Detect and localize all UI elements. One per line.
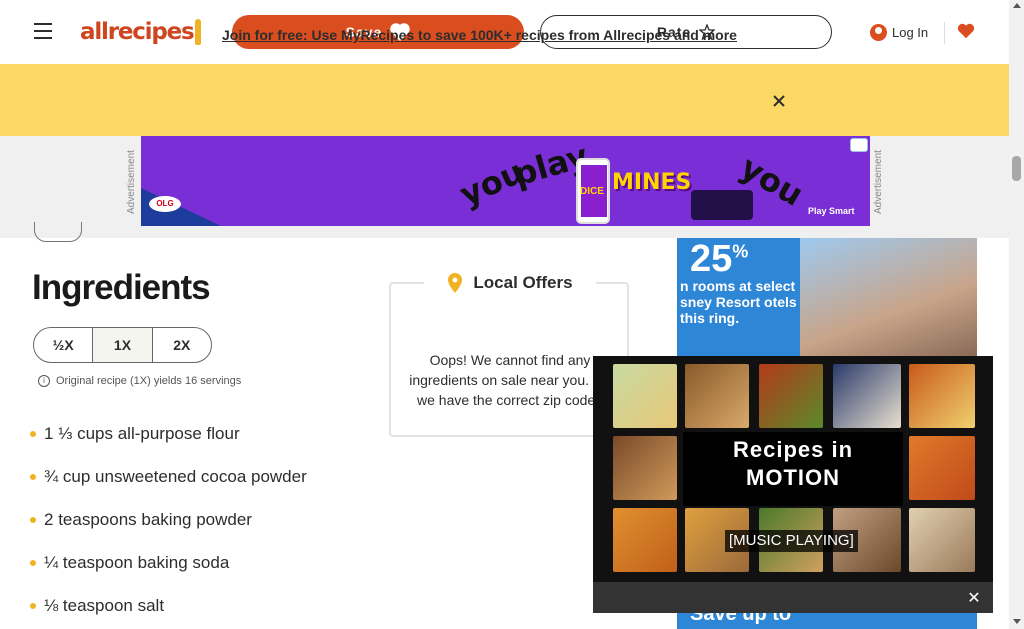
user-icon — [870, 23, 887, 41]
ingredient-qty: ⅛ — [44, 595, 59, 615]
bullet — [30, 430, 36, 437]
video-title-motion: MOTION — [746, 465, 840, 490]
ingredient-qty: ¾ — [44, 466, 59, 486]
ad-brand-text: MINES — [612, 170, 692, 195]
ad-banner[interactable]: you play you — [141, 136, 870, 226]
offers-toggle[interactable] — [504, 311, 520, 321]
video-thumbnail — [613, 364, 677, 428]
video-thumbnail — [685, 364, 749, 428]
video-thumbnail — [613, 436, 677, 500]
ad-dice-text: DICE — [580, 186, 604, 197]
video-thumbnail — [909, 436, 975, 500]
video-thumbnail — [909, 508, 975, 572]
menu-icon-bar — [34, 37, 52, 39]
ingredient-qty: 1 ⅓ — [44, 423, 73, 443]
saved-recipes-button[interactable] — [956, 18, 976, 44]
menu-icon-bar — [34, 30, 52, 32]
video-title-line: MOTION — [683, 464, 903, 492]
location-pin-icon — [448, 273, 463, 293]
video-thumbnail — [909, 364, 975, 428]
close-icon[interactable] — [770, 92, 788, 110]
local-offers-title: Local Offers — [473, 273, 573, 292]
login-link[interactable]: Log In — [870, 20, 928, 44]
ingredient-name: teaspoon baking soda — [62, 552, 230, 572]
local-offers-message: Oops! We cannot find any ingredients on … — [409, 352, 611, 408]
ad-label: Advertisement — [873, 150, 884, 214]
ingredients-heading: Ingredients — [32, 268, 211, 307]
login-label: Log In — [892, 24, 929, 40]
scale-1x-button[interactable]: 1X — [93, 328, 153, 362]
scale-note: i Original recipe (1X) yields 16 serving… — [38, 375, 241, 387]
scale-note-text: Original recipe (1X) yields 16 servings — [56, 375, 242, 387]
bullet — [30, 473, 36, 480]
ingredient-qty: 2 — [44, 509, 54, 529]
ingredient-item[interactable]: 1 ⅓ cups all-purpose flour — [30, 412, 307, 455]
ingredient-list: 1 ⅓ cups all-purpose flour ¾ cup unsweet… — [30, 412, 307, 627]
bullet — [30, 559, 36, 566]
ad-choices-icon[interactable] — [850, 138, 868, 152]
ingredient-name: cups all-purpose flour — [77, 423, 240, 443]
video-caption: [MUSIC PLAYING] — [725, 530, 858, 552]
menu-icon-bar — [34, 23, 52, 25]
close-icon[interactable]: ✕ — [963, 588, 985, 610]
partial-button[interactable] — [34, 222, 82, 242]
ad-percent: 25% — [690, 238, 748, 281]
info-icon[interactable]: i — [38, 375, 50, 387]
ingredient-item[interactable]: ¾ cup unsweetened cocoa powder — [30, 455, 307, 498]
ingredient-name: teaspoon salt — [62, 595, 165, 615]
ingredient-name: teaspoons baking powder — [58, 509, 252, 529]
ad-photo — [800, 238, 977, 356]
ad-percent-value: 25 — [690, 238, 733, 280]
promo-link[interactable]: Join for free: Use MyRecipes to save 100… — [222, 24, 756, 46]
olg-logo: OLG — [149, 196, 181, 212]
promo-banner — [0, 64, 1009, 136]
scale-2x-button[interactable]: 2X — [153, 328, 211, 362]
ingredient-item[interactable]: ⅛ teaspoon salt — [30, 584, 307, 627]
ingredient-name: cup unsweetened cocoa powder — [62, 466, 307, 486]
logo-text: allrecipes — [80, 19, 195, 45]
ingredient-item[interactable]: 2 teaspoons baking powder — [30, 498, 307, 541]
scrollbar[interactable] — [1009, 0, 1024, 629]
ad-text: n rooms at select sney Resort otels this… — [680, 278, 797, 326]
bullet — [30, 516, 36, 523]
serving-scale-group: ½X 1X 2X — [33, 327, 212, 363]
video-thumbnail — [833, 364, 901, 428]
video-thumbnail — [759, 364, 823, 428]
scale-half-button[interactable]: ½X — [34, 328, 94, 362]
video-thumbnail — [613, 508, 677, 572]
header-divider — [944, 22, 945, 44]
video-title-line: Recipes in — [732, 437, 854, 462]
ad-game-graphic — [691, 190, 753, 220]
menu-icon[interactable] — [30, 18, 58, 44]
scroll-down-arrow[interactable] — [1013, 619, 1021, 624]
ad-percent-sign: % — [732, 241, 749, 262]
bullet — [30, 602, 36, 609]
heart-icon — [957, 23, 975, 39]
ad-label: Advertisement — [126, 150, 137, 214]
ingredient-item[interactable]: ¼ teaspoon baking soda — [30, 541, 307, 584]
spoon-icon — [194, 19, 201, 45]
site-logo[interactable]: allrecipes — [80, 16, 208, 48]
scroll-up-arrow[interactable] — [1013, 3, 1021, 8]
local-offers-header: Local Offers — [424, 264, 596, 302]
ingredient-qty: ¼ — [44, 552, 59, 572]
video-title: Recipes in MOTION — [683, 436, 903, 492]
video-control-bar — [593, 582, 993, 613]
ad-tagline: Play Smart — [808, 206, 855, 216]
scrollbar-thumb[interactable] — [1012, 156, 1021, 181]
